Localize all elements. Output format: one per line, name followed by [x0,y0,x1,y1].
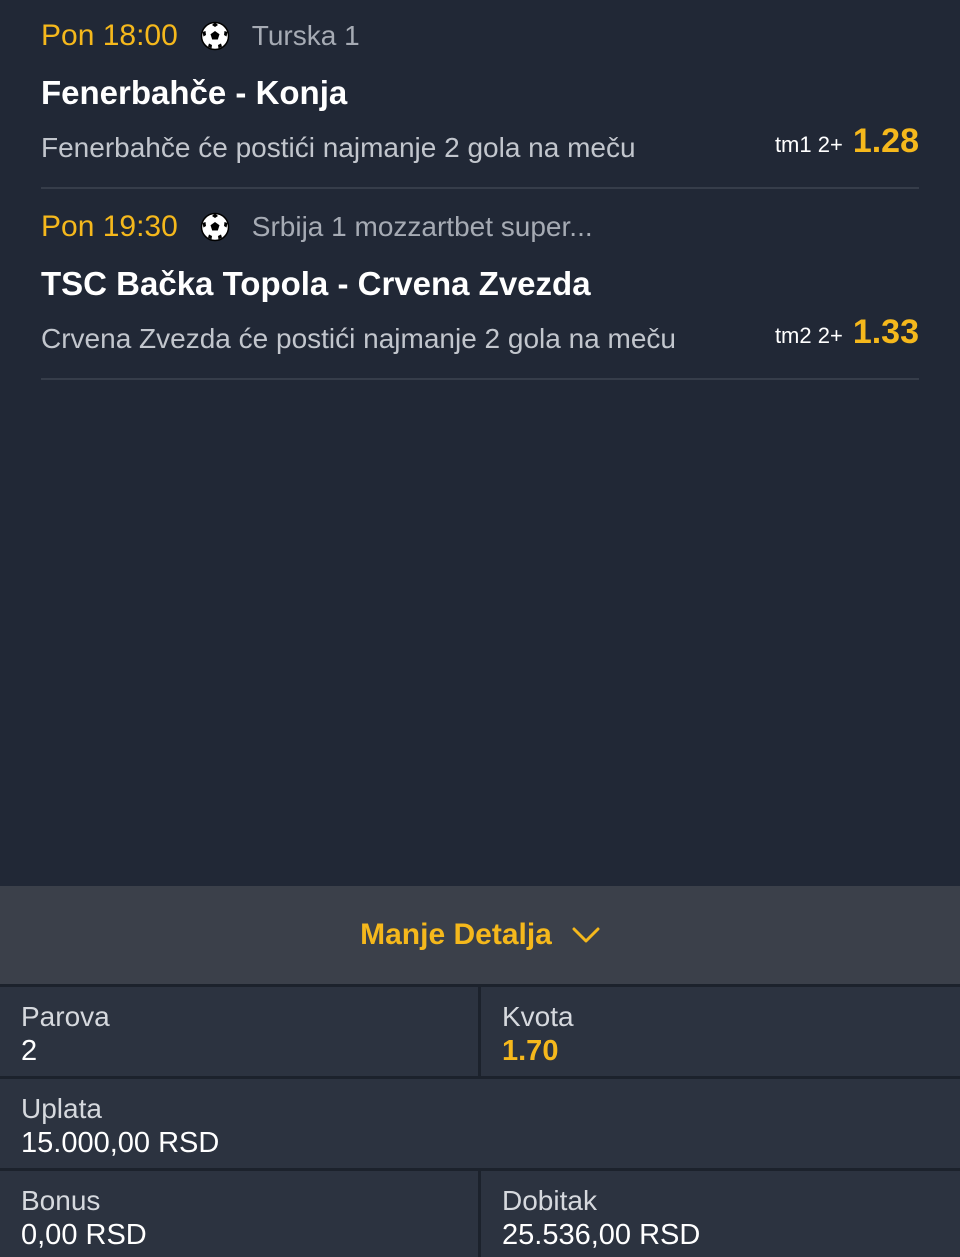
soccer-ball-icon [200,212,230,242]
total-odds-value: 1.70 [502,1035,559,1067]
bet-market: tm1 2+ [774,132,843,157]
pairs-label: Parova [21,1001,110,1032]
stake-cell: Uplata 15.000,00 RSD [0,1079,960,1168]
less-details-label: Manje Detalja [360,918,552,951]
bet-odd-value: 1.28 [852,122,919,160]
pairs-cell: Parova 2 [0,987,478,1076]
ticket-details-panel: Manje Detalja Parova 2 Kvota 1.70 Uplata… [0,886,960,1257]
match-time: Pon 19:30 [41,210,178,243]
bonus-value: 0,00 RSD [21,1219,147,1251]
bonus-label: Bonus [21,1185,101,1216]
league-name: Turska 1 [251,20,360,51]
win-cell: Dobitak 25.536,00 RSD [481,1171,960,1257]
stake-label: Uplata [21,1093,102,1124]
match-teams: TSC Bačka Topola - Crvena Zvezda [41,265,591,302]
chevron-down-icon [572,927,600,943]
bet-odd-value: 1.33 [852,313,919,351]
less-details-toggle[interactable]: Manje Detalja [0,886,960,984]
league-name: Srbija 1 mozzartbet super... [251,211,593,242]
match-meta: Pon 19:30 Srbija 1 mozzartbet super... [41,207,593,247]
bet-description: Crvena Zvezda će postići najmanje 2 gola… [41,323,677,354]
match-item[interactable]: Pon 19:30 Srbija 1 mozzartbet super... T… [41,191,919,380]
odds-label: Kvota [502,1001,574,1032]
pairs-value: 2 [21,1035,38,1067]
win-value: 25.536,00 RSD [502,1219,701,1251]
bet-odds: tm2 2+ 1.33 [775,313,919,352]
bet-odds: tm1 2+ 1.28 [775,122,919,161]
bet-description: Fenerbahče će postići najmanje 2 gola na… [41,132,636,163]
match-meta: Pon 18:00 Turska 1 [41,16,360,56]
soccer-ball-icon [200,21,230,51]
odds-cell: Kvota 1.70 [481,987,960,1076]
win-label: Dobitak [502,1185,597,1216]
match-item[interactable]: Pon 18:00 Turska 1 Fenerbahče - Konja Fe… [41,0,919,189]
match-teams: Fenerbahče - Konja [41,74,348,111]
match-time: Pon 18:00 [41,19,178,52]
stake-value: 15.000,00 RSD [21,1127,220,1159]
bonus-cell: Bonus 0,00 RSD [0,1171,478,1257]
bet-market: tm2 2+ [774,323,843,348]
